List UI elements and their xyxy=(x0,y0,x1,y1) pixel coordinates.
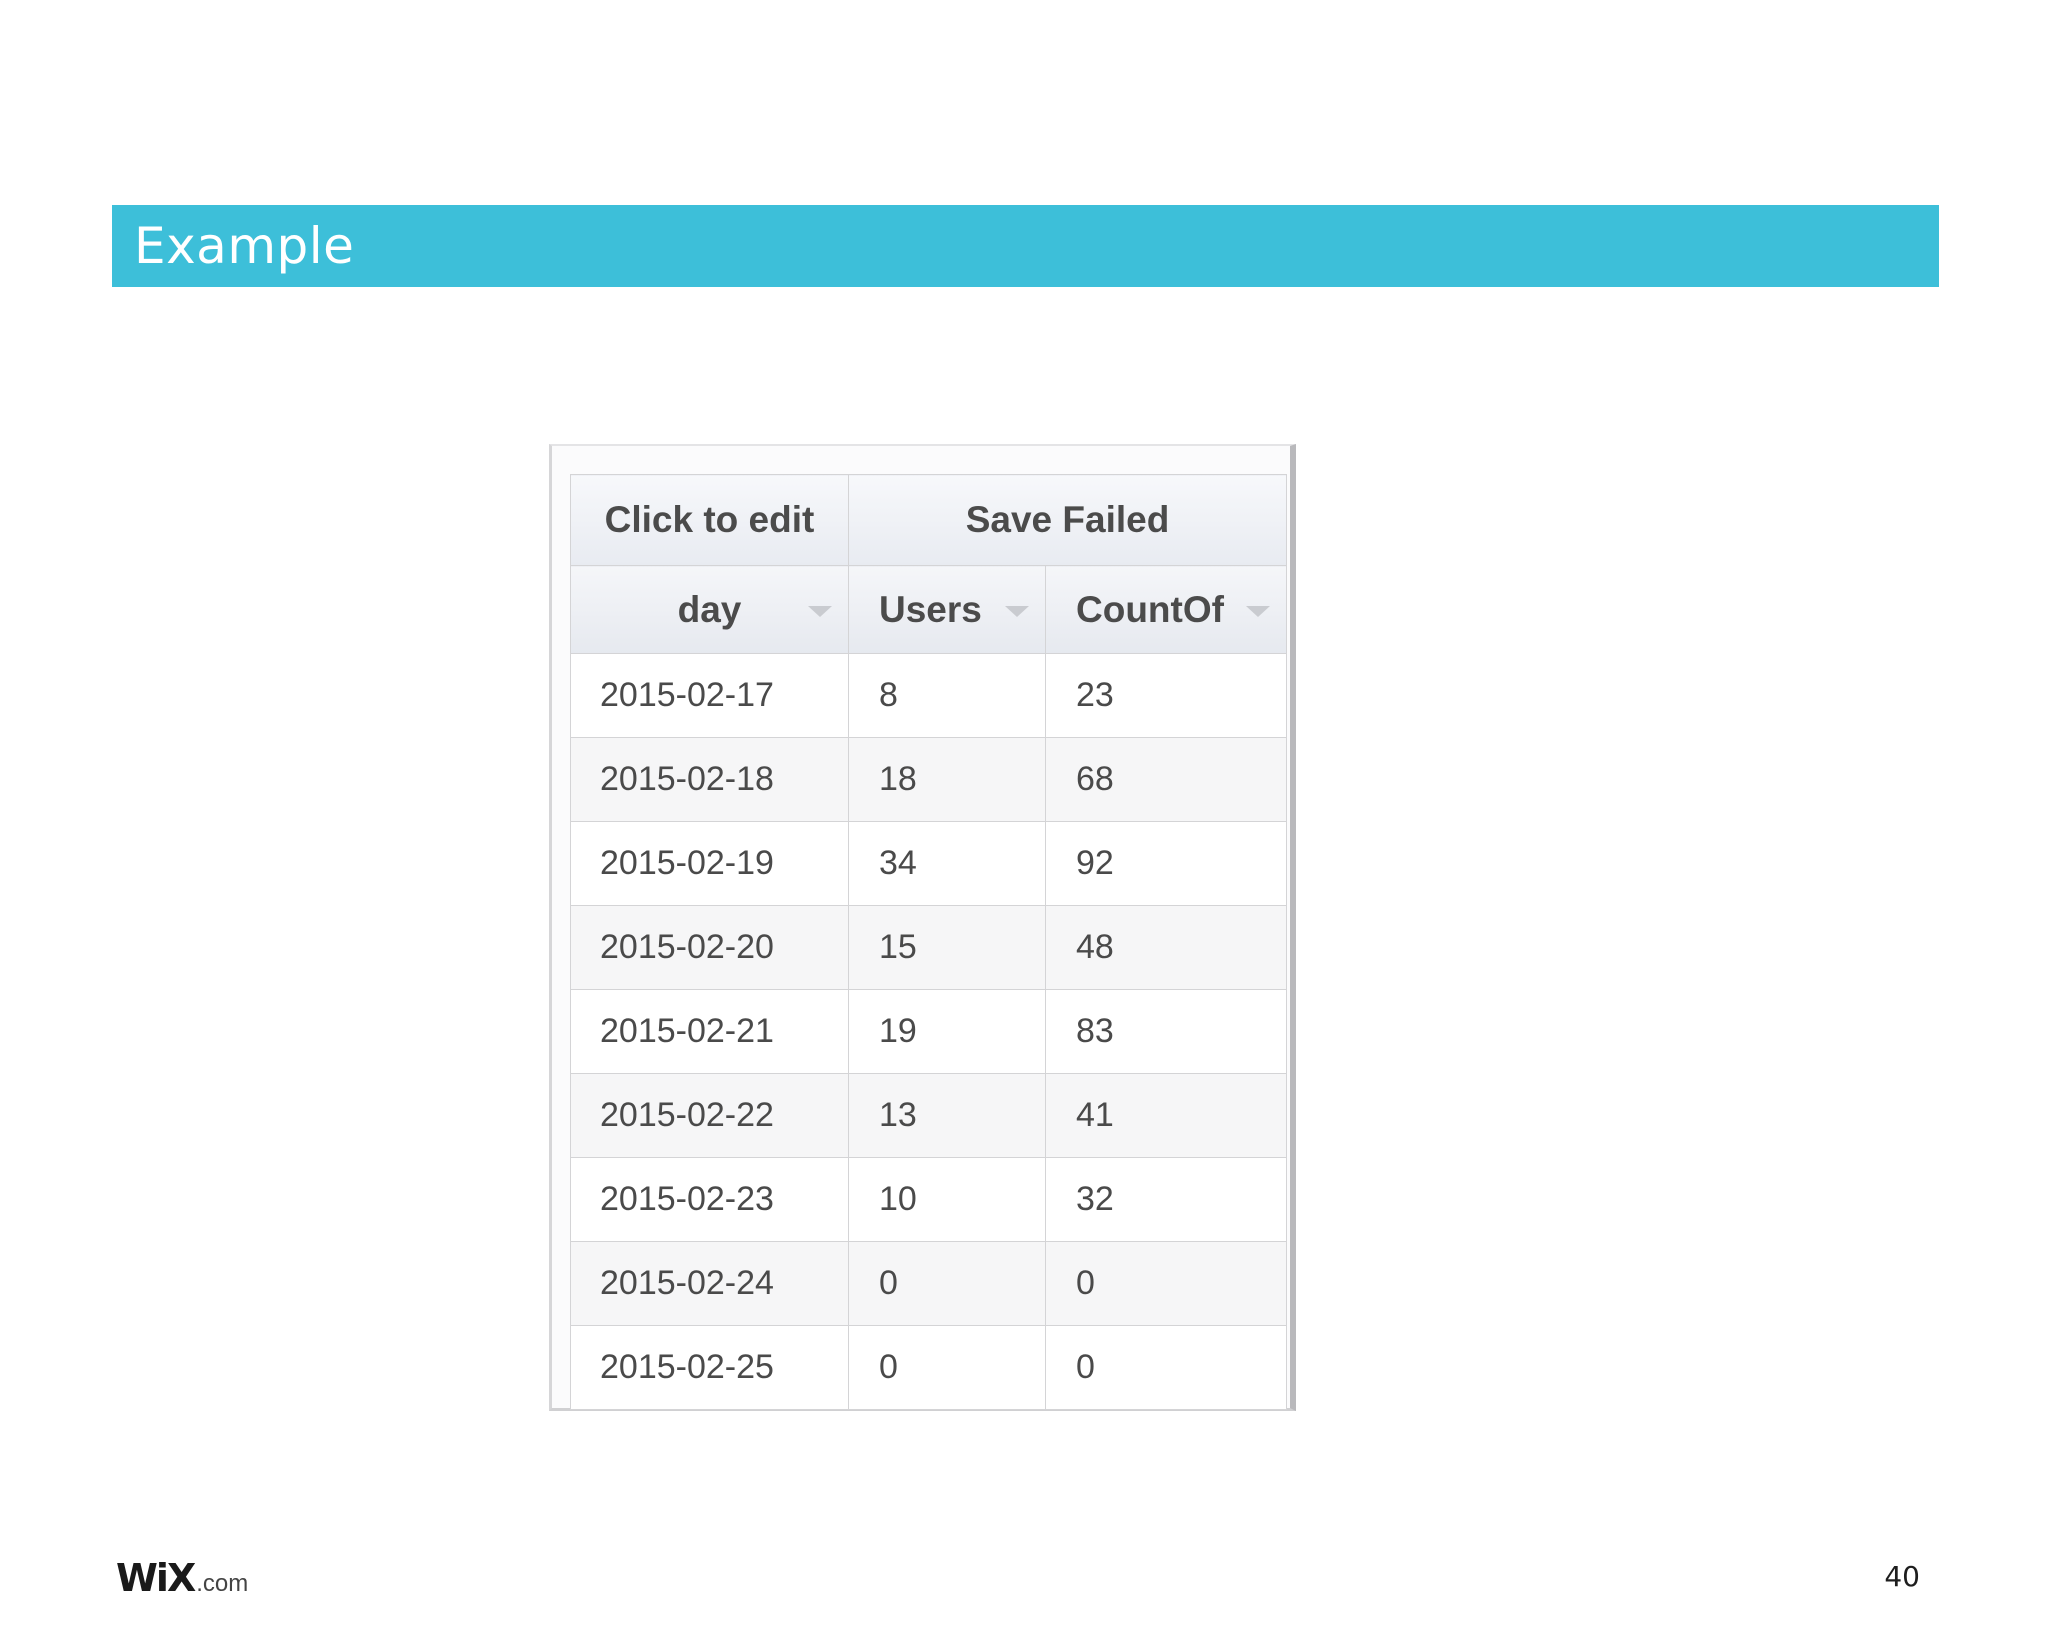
column-header-row: day Users CountOf xyxy=(570,565,1288,654)
group-header-row: Click to edit Save Failed xyxy=(570,474,1288,566)
cell-countof[interactable]: 83 xyxy=(1044,989,1288,1074)
chevron-down-icon[interactable] xyxy=(1005,605,1029,617)
cell-users[interactable]: 34 xyxy=(848,821,1046,906)
table-row[interactable]: 2015-02-18 18 68 xyxy=(570,737,1288,822)
column-header-label: day xyxy=(677,588,742,630)
cell-day[interactable]: 2015-02-23 xyxy=(570,1157,849,1242)
wix-logo: WiX .com xyxy=(116,1556,248,1600)
cell-day[interactable]: 2015-02-22 xyxy=(570,1073,849,1158)
cell-users[interactable]: 10 xyxy=(848,1157,1046,1242)
group-header-save-failed[interactable]: Save Failed xyxy=(847,474,1288,566)
cell-countof[interactable]: 23 xyxy=(1044,653,1288,738)
cell-day[interactable]: 2015-02-17 xyxy=(570,653,849,738)
cell-users[interactable]: 19 xyxy=(848,989,1046,1074)
chevron-down-icon[interactable] xyxy=(808,605,832,617)
logo-wordmark: WiX xyxy=(116,1556,196,1600)
cell-day[interactable]: 2015-02-19 xyxy=(570,821,849,906)
cell-users[interactable]: 0 xyxy=(848,1325,1046,1410)
cell-day[interactable]: 2015-02-21 xyxy=(570,989,849,1074)
column-header-countof[interactable]: CountOf xyxy=(1044,565,1288,654)
chevron-down-icon[interactable] xyxy=(1246,605,1271,617)
column-header-users[interactable]: Users xyxy=(848,565,1046,654)
table-row[interactable]: 2015-02-17 8 23 xyxy=(570,653,1288,738)
cell-countof[interactable]: 92 xyxy=(1044,821,1288,906)
cell-users[interactable]: 13 xyxy=(848,1073,1046,1158)
column-header-label: CountOf xyxy=(1076,588,1224,630)
table-row[interactable]: 2015-02-20 15 48 xyxy=(570,905,1288,990)
column-header-label: Users xyxy=(879,588,982,630)
table-row[interactable]: 2015-02-23 10 32 xyxy=(570,1157,1288,1242)
column-header-day[interactable]: day xyxy=(570,565,849,654)
grid-body: 2015-02-17 8 23 2015-02-18 18 68 2015-02… xyxy=(570,653,1288,1410)
cell-countof[interactable]: 0 xyxy=(1044,1325,1288,1410)
title-bar: Example xyxy=(112,205,1939,287)
cell-countof[interactable]: 48 xyxy=(1044,905,1288,990)
data-grid: Click to edit Save Failed day Users Coun… xyxy=(570,474,1288,1410)
cell-countof[interactable]: 0 xyxy=(1044,1241,1288,1326)
cell-day[interactable]: 2015-02-25 xyxy=(570,1325,849,1410)
table-row[interactable]: 2015-02-24 0 0 xyxy=(570,1241,1288,1326)
table-row[interactable]: 2015-02-25 0 0 xyxy=(570,1325,1288,1410)
cell-countof[interactable]: 68 xyxy=(1044,737,1288,822)
table-row[interactable]: 2015-02-21 19 83 xyxy=(570,989,1288,1074)
logo-suffix: .com xyxy=(196,1570,249,1597)
group-header-click-to-edit[interactable]: Click to edit xyxy=(570,474,849,566)
page-number: 40 xyxy=(1884,1560,1920,1593)
cell-countof[interactable]: 41 xyxy=(1044,1073,1288,1158)
cell-day[interactable]: 2015-02-18 xyxy=(570,737,849,822)
grid-screenshot: Click to edit Save Failed day Users Coun… xyxy=(549,444,1296,1411)
cell-users[interactable]: 15 xyxy=(848,905,1046,990)
cell-countof[interactable]: 32 xyxy=(1044,1157,1288,1242)
cell-users[interactable]: 18 xyxy=(848,737,1046,822)
cell-users[interactable]: 8 xyxy=(848,653,1046,738)
cell-day[interactable]: 2015-02-20 xyxy=(570,905,849,990)
slide-title: Example xyxy=(134,217,355,275)
cell-day[interactable]: 2015-02-24 xyxy=(570,1241,849,1326)
table-row[interactable]: 2015-02-19 34 92 xyxy=(570,821,1288,906)
cell-users[interactable]: 0 xyxy=(848,1241,1046,1326)
table-row[interactable]: 2015-02-22 13 41 xyxy=(570,1073,1288,1158)
